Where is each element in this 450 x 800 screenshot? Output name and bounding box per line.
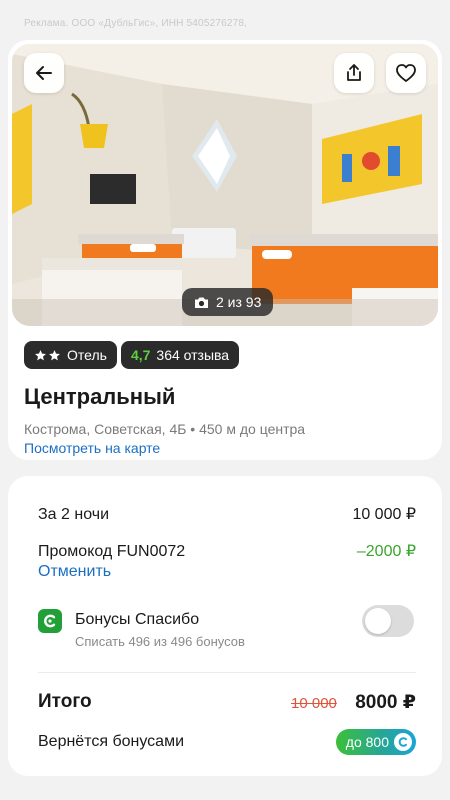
bonus-toggle[interactable] [362,605,414,637]
hotel-badges: Отель 4,7 364 отзыва [24,341,240,369]
bonus-subtitle: Списать 496 из 496 бонусов [75,634,245,649]
ad-notice: Реклама. ООО «ДубльГис», ИНН 5405276278, [24,18,248,29]
favorite-button[interactable] [386,53,426,93]
hotel-address: Кострома, Советская, 4Б • 450 м до центр… [24,421,306,437]
category-label: Отель [67,347,107,363]
bonus-title: Бонусы Спасибо [75,611,200,628]
rating-value: 4,7 [130,347,151,363]
cashback-value: до 800 [345,734,389,750]
old-price: 10 000 [291,695,337,712]
stars-rating [34,349,61,362]
cashback-badge: до 800 [335,729,416,755]
photo-counter: 2 из 93 [182,288,274,316]
arrow-left-icon [36,66,52,80]
reviews-count: 364 отзыва [156,347,230,363]
show-on-map-link[interactable]: Посмотреть на карте [24,440,160,456]
rating-badge[interactable]: 4,7 364 отзыва [120,341,240,369]
nights-row: За 2 ночи 10 000 ₽ [38,504,416,524]
back-button[interactable] [24,53,64,93]
star-icon [35,349,46,360]
category-badge: Отель [24,341,117,369]
cashback-label: Вернётся бонусами [38,733,185,750]
share-button[interactable] [334,53,374,93]
spasibo-coin-icon [394,733,412,751]
camera-icon [195,297,208,308]
total-label: Итого [38,691,92,712]
cancel-promo-link[interactable]: Отменить [38,563,111,581]
hotel-card: 2 из 93 Отель 4,7 364 отзыва Центральный… [8,40,442,460]
star-icon [49,349,60,360]
promo-discount: –2000 ₽ [356,543,416,560]
spasibo-logo-icon [38,609,62,633]
divider [38,672,416,673]
total-price: 8000 ₽ [355,692,416,713]
price-card: За 2 ночи 10 000 ₽ Промокод FUN0072 –200… [8,476,442,776]
nights-label: За 2 ночи [38,506,110,523]
promo-label: Промокод FUN0072 [38,543,186,560]
photo-counter-text: 2 из 93 [216,294,262,310]
hotel-room-image [12,44,438,326]
toggle-knob [365,608,391,634]
nights-price: 10 000 ₽ [352,506,416,523]
promo-row: Промокод FUN0072 –2000 ₽ [38,541,416,561]
share-icon [347,64,361,81]
heart-icon [396,64,416,82]
hotel-name: Центральный [24,384,176,409]
hotel-photo[interactable]: 2 из 93 [12,44,438,326]
